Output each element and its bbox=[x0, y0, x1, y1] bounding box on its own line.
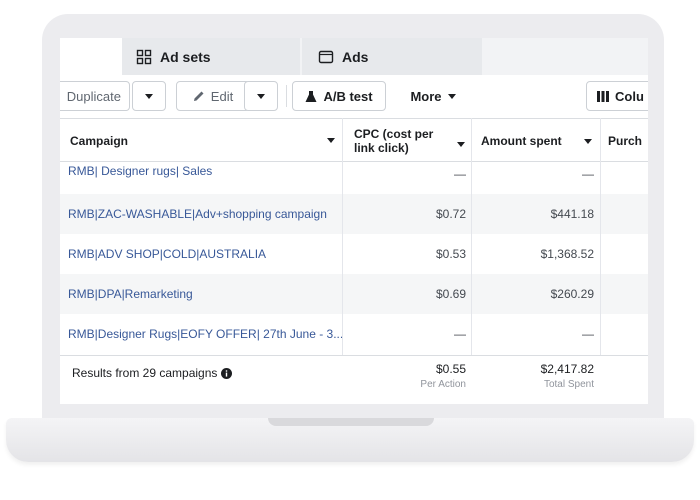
results-summary-label: Results from 29 campaigns bbox=[72, 366, 218, 380]
pencil-icon bbox=[193, 91, 204, 101]
cpc-total-value: $0.55 bbox=[435, 362, 466, 376]
table-row[interactable]: RMB| Designer rugs| Sales — — bbox=[60, 154, 648, 194]
amount-total-caption: Total Spent bbox=[543, 379, 594, 390]
info-icon[interactable] bbox=[221, 367, 233, 379]
tab-ad-sets-label: Ad sets bbox=[160, 48, 211, 65]
ad-sets-icon bbox=[136, 49, 152, 64]
toolbar: Duplicate Edit A/B test More Colu bbox=[60, 75, 648, 118]
cpc-value: $0.72 bbox=[435, 207, 466, 221]
tab-campaigns[interactable] bbox=[60, 38, 122, 75]
cpc-total-caption: Per Action bbox=[420, 379, 466, 390]
campaign-sort-icon[interactable] bbox=[327, 138, 335, 143]
header-cpc-line1: CPC (cost per bbox=[354, 126, 434, 141]
screen: Ad sets Ads Duplicate Edit A/B test More… bbox=[60, 38, 648, 404]
campaign-name-link[interactable]: RMB|DPA|Remarketing bbox=[68, 274, 193, 314]
table-row[interactable]: RMB|Designer Rugs|EOFY OFFER| 27th June … bbox=[60, 314, 648, 354]
cpc-sort-icon[interactable] bbox=[457, 142, 465, 147]
amount-spent-value: $1,368.52 bbox=[540, 247, 594, 261]
edit-button[interactable]: Edit bbox=[176, 81, 250, 111]
results-summary: Results from 29 campaigns bbox=[72, 366, 233, 380]
chevron-down-icon bbox=[145, 93, 153, 99]
more-button[interactable]: More bbox=[398, 81, 468, 111]
table-row[interactable]: RMB|DPA|Remarketing $0.69 $260.29 bbox=[60, 274, 648, 314]
toolbar-divider bbox=[286, 85, 287, 107]
campaign-name-link[interactable]: RMB| Designer rugs| Sales bbox=[68, 154, 212, 188]
header-cpc-line2: link click) bbox=[354, 140, 409, 155]
tab-ads[interactable]: Ads bbox=[302, 38, 482, 75]
tab-bar: Ad sets Ads bbox=[60, 38, 648, 75]
amount-spent-value: $260.29 bbox=[550, 287, 594, 301]
edit-label: Edit bbox=[210, 88, 234, 104]
cpc-value: $0.69 bbox=[435, 287, 466, 301]
cpc-total: $0.55 Per Action bbox=[350, 362, 466, 390]
cpc-value: $0.53 bbox=[435, 247, 466, 261]
columns-icon bbox=[597, 90, 609, 102]
table-row[interactable]: RMB|ADV SHOP|COLD|AUSTRALIA $0.53 $1,368… bbox=[60, 234, 648, 274]
flask-icon bbox=[305, 90, 317, 102]
campaign-name-link[interactable]: RMB|ADV SHOP|COLD|AUSTRALIA bbox=[68, 234, 266, 274]
ads-icon bbox=[318, 50, 334, 63]
cpc-value: — bbox=[454, 167, 466, 181]
campaign-name-link[interactable]: RMB|Designer Rugs|EOFY OFFER| 27th June … bbox=[68, 314, 343, 354]
header-purchases-label: Purch bbox=[608, 133, 643, 148]
chevron-down-icon bbox=[257, 93, 265, 99]
chevron-down-icon bbox=[447, 93, 456, 99]
duplicate-dropdown-button[interactable] bbox=[132, 81, 166, 111]
table-row[interactable]: RMB|ZAC-WASHABLE|Adv+shopping campaign $… bbox=[60, 194, 648, 234]
header-amount-spent-label: Amount spent bbox=[481, 133, 562, 148]
ab-test-label: A/B test bbox=[323, 88, 373, 104]
header-campaign-label: Campaign bbox=[70, 133, 129, 148]
duplicate-button[interactable]: Duplicate bbox=[60, 81, 130, 111]
ab-test-button[interactable]: A/B test bbox=[292, 81, 386, 111]
tab-ads-label: Ads bbox=[342, 48, 369, 65]
amount-spent-value: — bbox=[582, 327, 594, 341]
amount-sort-icon[interactable] bbox=[584, 139, 592, 144]
duplicate-label: Duplicate bbox=[66, 88, 121, 104]
columns-button[interactable]: Colu bbox=[586, 81, 648, 111]
tab-ad-sets[interactable]: Ad sets bbox=[122, 38, 300, 75]
amount-spent-value: $441.18 bbox=[550, 207, 594, 221]
table-footer: Results from 29 campaigns $0.55 Per Acti… bbox=[60, 355, 648, 404]
amount-total-value: $2,417.82 bbox=[540, 362, 594, 376]
cpc-value: — bbox=[454, 327, 466, 341]
laptop-notch bbox=[268, 418, 434, 426]
amount-spent-value: — bbox=[582, 167, 594, 181]
columns-label: Colu bbox=[615, 88, 644, 104]
edit-dropdown-button[interactable] bbox=[244, 81, 278, 111]
amount-total: $2,417.82 Total Spent bbox=[474, 362, 594, 390]
more-label: More bbox=[410, 88, 442, 104]
campaign-name-link[interactable]: RMB|ZAC-WASHABLE|Adv+shopping campaign bbox=[68, 194, 327, 234]
